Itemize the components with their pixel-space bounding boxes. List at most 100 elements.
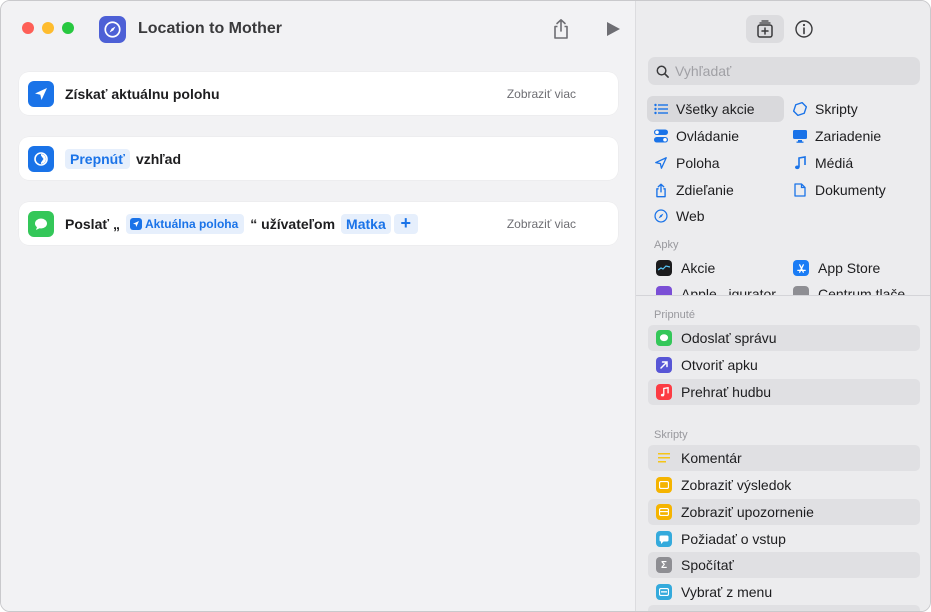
action-text: Prepnúť vzhľad xyxy=(65,148,182,169)
zoom-button[interactable] xyxy=(62,22,74,34)
add-action-icon xyxy=(757,20,773,38)
divider xyxy=(636,295,930,296)
action-send-message[interactable]: Poslať „ Aktuálna poloha “ užívateľom Ma… xyxy=(19,202,618,245)
editor-pane: Location to Mother Získať aktuálnu poloh… xyxy=(1,1,635,611)
configurator-icon xyxy=(656,286,672,295)
script-ask-for-input[interactable]: Požiadať o vstup xyxy=(648,526,920,552)
stocks-icon xyxy=(656,260,672,276)
apps-section-label: Apky xyxy=(654,239,679,251)
sigma-icon: Σ xyxy=(656,557,672,573)
compass-icon[interactable] xyxy=(99,16,126,43)
action-label: Zobraziť upozornenie xyxy=(681,504,814,520)
list-icon xyxy=(653,101,669,117)
category-scripts[interactable]: Skripty xyxy=(786,96,920,122)
app-app-store[interactable]: App Store xyxy=(793,256,880,280)
comment-lines-icon xyxy=(656,450,672,466)
script-comment[interactable]: Komentár xyxy=(648,445,920,471)
variable-current-location[interactable]: Aktuálna poloha xyxy=(125,213,245,234)
show-more-button[interactable]: Zobraziť viac xyxy=(507,217,576,231)
share-icon xyxy=(653,182,669,198)
category-control[interactable]: Ovládanie xyxy=(647,123,784,149)
action-label: Spočítať xyxy=(681,557,734,573)
messages-icon xyxy=(28,210,54,237)
category-label: Všetky akcie xyxy=(676,101,755,117)
category-label: Skripty xyxy=(815,101,858,117)
action-get-location[interactable]: Získať aktuálnu polohu Zobraziť viac xyxy=(19,72,618,115)
ask-input-icon xyxy=(656,531,672,547)
search-icon xyxy=(656,65,669,78)
apps-list: Akcie App Store Apple...igurator Centrum… xyxy=(636,255,930,295)
library-tab[interactable] xyxy=(746,15,784,43)
pinned-open-app[interactable]: Otvoriť apku xyxy=(648,352,920,378)
window-controls xyxy=(22,22,74,34)
category-label: Web xyxy=(676,208,705,224)
category-label: Zariadenie xyxy=(815,128,882,144)
app-stocks[interactable]: Akcie xyxy=(656,256,715,280)
category-media[interactable]: Médiá xyxy=(786,150,920,176)
action-label: Odoslať správu xyxy=(681,330,777,346)
category-sharing[interactable]: Zdieľanie xyxy=(647,177,784,203)
app-label: Akcie xyxy=(681,260,716,276)
category-web[interactable]: Web xyxy=(647,203,784,229)
pinned-send-message[interactable]: Odoslať správu xyxy=(648,325,920,351)
script-show-result[interactable]: Zobraziť výsledok xyxy=(648,472,920,498)
category-documents[interactable]: Dokumenty xyxy=(786,177,920,203)
action-label: Získať aktuálnu polohu xyxy=(65,85,220,102)
search-field[interactable] xyxy=(648,57,920,85)
recipient-token[interactable]: Matka xyxy=(341,213,391,234)
variable-label: Aktuálna poloha xyxy=(144,216,239,231)
pinned-play-music[interactable]: Prehrať hudbu xyxy=(648,379,920,405)
show-more-button[interactable]: Zobraziť viac xyxy=(507,87,576,101)
category-label: Zdieľanie xyxy=(676,182,734,198)
send-prefix: Poslať „ xyxy=(65,215,120,232)
app-label: App Store xyxy=(818,260,881,276)
action-label: Otvoriť apku xyxy=(681,357,758,373)
script-choose-from-menu[interactable]: Vybrať z menu xyxy=(648,579,920,605)
close-button[interactable] xyxy=(22,22,34,34)
add-recipient-button[interactable]: + xyxy=(393,213,418,234)
action-label: Prehrať hudbu xyxy=(681,384,772,400)
shortcuts-window: Location to Mother Získať aktuálnu poloh… xyxy=(0,0,931,612)
document-icon xyxy=(792,182,808,198)
action-label: Komentár xyxy=(681,450,742,466)
search-input[interactable] xyxy=(675,63,905,79)
script-count[interactable]: Σ Spočítať xyxy=(648,552,920,578)
scripts-icon xyxy=(792,101,808,117)
category-location[interactable]: Poloha xyxy=(647,150,784,176)
messages-icon xyxy=(656,330,672,346)
script-next-partial xyxy=(648,605,920,611)
category-label: Poloha xyxy=(676,155,720,171)
music-note-icon xyxy=(792,155,808,171)
category-all-actions[interactable]: Všetky akcie xyxy=(647,96,784,122)
app-store-icon xyxy=(793,260,809,276)
appearance-label: vzhľad xyxy=(135,150,182,167)
action-label: Vybrať z menu xyxy=(681,584,773,600)
send-middle: “ užívateľom xyxy=(250,215,336,232)
location-arrow-icon xyxy=(129,217,142,230)
open-app-icon xyxy=(656,357,672,373)
category-label: Ovládanie xyxy=(676,128,740,144)
show-result-icon xyxy=(656,477,672,493)
action-text: Poslať „ Aktuálna poloha “ užívateľom Ma… xyxy=(65,213,418,234)
printer-icon xyxy=(793,286,809,295)
action-toggle-appearance[interactable]: Prepnúť vzhľad xyxy=(19,137,618,180)
play-icon[interactable] xyxy=(605,21,621,37)
script-show-alert[interactable]: Zobraziť upozornenie xyxy=(648,499,920,525)
app-print-center[interactable]: Centrum tlače xyxy=(793,282,905,295)
category-device[interactable]: Zariadenie xyxy=(786,123,920,149)
app-label: Centrum tlače xyxy=(818,286,906,295)
alert-icon xyxy=(656,504,672,520)
app-apple-configurator[interactable]: Apple...igurator xyxy=(656,282,776,295)
toggle-token[interactable]: Prepnúť xyxy=(65,148,130,169)
action-library: Všetky akcie Ovládanie Poloha Zdieľanie … xyxy=(635,1,930,611)
location-arrow-icon xyxy=(28,80,54,107)
appearance-icon xyxy=(28,145,54,172)
minimize-button[interactable] xyxy=(42,22,54,34)
info-icon[interactable] xyxy=(795,20,813,38)
action-label: Zobraziť výsledok xyxy=(681,477,792,493)
toggles-icon xyxy=(653,128,669,144)
app-label: Apple...igurator xyxy=(681,286,776,295)
music-note-icon xyxy=(656,384,672,400)
share-icon[interactable] xyxy=(551,18,571,40)
compass-icon xyxy=(653,208,669,224)
